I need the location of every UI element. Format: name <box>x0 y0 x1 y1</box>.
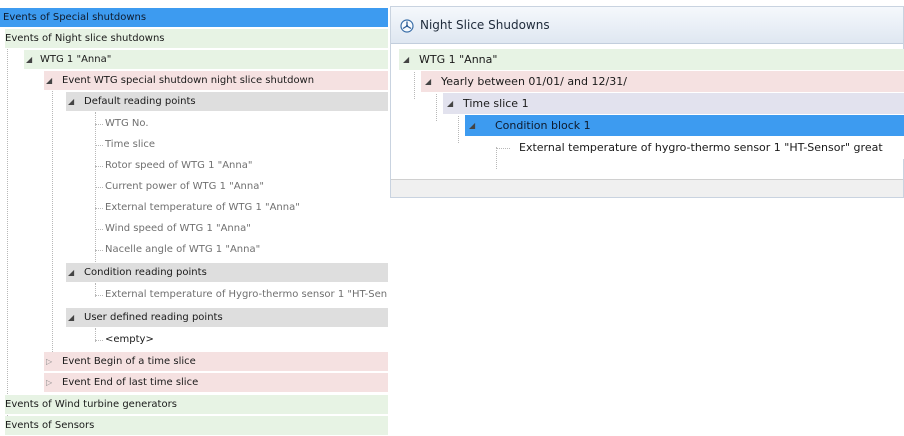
expanded-arrow-icon[interactable]: ◢ <box>68 263 74 282</box>
tree-leaf-label: WTG No. <box>105 118 149 129</box>
tree-item-events-sensors[interactable]: Events of Sensors <box>5 416 388 436</box>
tree-item-label: Events of Sensors <box>5 420 95 431</box>
tree-connector <box>95 166 103 167</box>
tree-item-label: Event Begin of a time slice <box>62 356 196 367</box>
tree-connector <box>95 295 103 296</box>
expanded-arrow-icon[interactable]: ◢ <box>68 92 74 111</box>
window-title-bar[interactable]: Night Slice Shudowns <box>391 7 903 44</box>
tree-connector <box>95 187 103 188</box>
expanded-arrow-icon[interactable]: ◢ <box>447 93 453 114</box>
expanded-arrow-icon[interactable]: ◢ <box>425 71 431 92</box>
tree-item-time-slice[interactable]: ◢ Time slice 1 <box>443 93 904 115</box>
tree-connector <box>95 208 103 209</box>
tree-leaf-label: External temperature of WTG 1 "Anna" <box>105 202 300 213</box>
tree-leaf-nacelle-angle[interactable]: Nacelle angle of WTG 1 "Anna" <box>103 240 388 260</box>
tree-item-wtg[interactable]: ◢ WTG 1 "Anna" <box>24 50 388 70</box>
tree-item-label: Events of Night slice shutdowns <box>5 33 165 44</box>
tree-item-label: WTG 1 "Anna" <box>419 53 498 66</box>
tree-item-yearly[interactable]: ◢ Yearly between 01/01/ and 12/31/ <box>421 71 904 93</box>
expanded-arrow-icon[interactable]: ◢ <box>68 308 74 327</box>
tree-leaf-label: External temperature of Hygro-thermo sen… <box>105 289 388 300</box>
tree-item-user-defined-reading-points[interactable]: ◢ User defined reading points <box>66 308 388 328</box>
tree-item-event-end[interactable]: ▷ Event End of last time slice <box>44 373 388 393</box>
tree-leaf-label: Rotor speed of WTG 1 "Anna" <box>105 160 253 171</box>
tree-item-condition-block[interactable]: ◢ Condition block 1 <box>465 115 904 137</box>
tree-item-label: Event WTG special shutdown night slice s… <box>62 75 315 86</box>
right-tree-panel: ◢ WTG 1 "Anna" ◢ Yearly between 01/01/ a… <box>391 47 904 187</box>
tree-item-default-reading-points[interactable]: ◢ Default reading points <box>66 92 388 112</box>
tree-item-label: Yearly between 01/01/ and 12/31/ <box>441 75 627 88</box>
expanded-arrow-icon[interactable]: ◢ <box>26 50 32 69</box>
tree-guide-line <box>52 90 53 386</box>
left-tree-panel: Events of Special shutdowns Events of Ni… <box>0 0 388 436</box>
tree-item-event-begin[interactable]: ▷ Event Begin of a time slice <box>44 352 388 372</box>
tree-leaf-label: Time slice <box>105 139 156 150</box>
tree-item-events-wind[interactable]: Events of Wind turbine generators <box>5 395 388 415</box>
expanded-arrow-icon[interactable]: ◢ <box>469 115 475 136</box>
tree-guide-line <box>496 147 497 169</box>
tree-item-label: Event End of last time slice <box>62 377 199 388</box>
tree-connector <box>95 229 103 230</box>
tree-guide-line <box>7 10 8 430</box>
tree-leaf-current-power[interactable]: Current power of WTG 1 "Anna" <box>103 177 388 197</box>
tree-leaf-empty[interactable]: <empty> <box>103 330 388 350</box>
tree-item-label: Condition reading points <box>84 267 207 278</box>
tree-item-label: Default reading points <box>84 96 196 107</box>
window-title: Night Slice Shudowns <box>420 18 550 32</box>
tree-leaf-time-slice[interactable]: Time slice <box>103 135 388 155</box>
tree-leaf-label: Current power of WTG 1 "Anna" <box>105 181 264 192</box>
tree-item-label: Time slice 1 <box>463 97 529 110</box>
tree-leaf-label: Wind speed of WTG 1 "Anna" <box>105 223 251 234</box>
tree-item-label: Events of Special shutdowns <box>3 12 147 23</box>
tree-leaf-label: <empty> <box>105 334 154 345</box>
tree-leaf-wind-speed[interactable]: Wind speed of WTG 1 "Anna" <box>103 219 388 239</box>
tree-item-label: User defined reading points <box>84 312 223 323</box>
tree-connector <box>95 145 103 146</box>
tree-item-condition-reading-points[interactable]: ◢ Condition reading points <box>66 263 388 283</box>
tree-connector <box>496 148 510 149</box>
expanded-arrow-icon[interactable]: ◢ <box>46 71 52 90</box>
tree-item-events-night[interactable]: Events of Night slice shutdowns <box>5 29 388 49</box>
tree-connector <box>95 124 103 125</box>
tree-leaf-hygro-thermo-temperature[interactable]: External temperature of Hygro-thermo sen… <box>103 285 388 305</box>
tree-leaf-label: External temperature of hygro-thermo sen… <box>519 141 883 154</box>
tree-item-event-wtg[interactable]: ◢ Event WTG special shutdown night slice… <box>44 71 388 91</box>
tree-item-events-special[interactable]: Events of Special shutdowns <box>0 8 388 28</box>
tree-connector <box>95 250 103 251</box>
tree-connector <box>95 340 103 341</box>
collapsed-arrow-icon[interactable]: ▷ <box>46 352 52 371</box>
collapsed-arrow-icon[interactable]: ▷ <box>46 373 52 392</box>
tree-item-label: Events of Wind turbine generators <box>5 399 177 410</box>
tree-item-label: Condition block 1 <box>495 119 591 132</box>
tree-item-wtg[interactable]: ◢ WTG 1 "Anna" <box>399 49 904 71</box>
window-footer <box>391 179 903 197</box>
tree-leaf-rotor-speed[interactable]: Rotor speed of WTG 1 "Anna" <box>103 156 388 176</box>
tree-leaf-label: Nacelle angle of WTG 1 "Anna" <box>105 244 261 255</box>
tree-item-label: WTG 1 "Anna" <box>40 54 112 65</box>
tree-leaf-external-temperature[interactable]: External temperature of WTG 1 "Anna" <box>103 198 388 218</box>
wind-turbine-icon <box>400 19 414 33</box>
night-slice-window: Night Slice Shudowns ◢ WTG 1 "Anna" ◢ Ye… <box>390 6 904 198</box>
tree-leaf-wtg-no[interactable]: WTG No. <box>103 114 388 134</box>
tree-leaf-external-temperature[interactable]: External temperature of hygro-thermo sen… <box>511 137 904 159</box>
expanded-arrow-icon[interactable]: ◢ <box>403 49 409 70</box>
